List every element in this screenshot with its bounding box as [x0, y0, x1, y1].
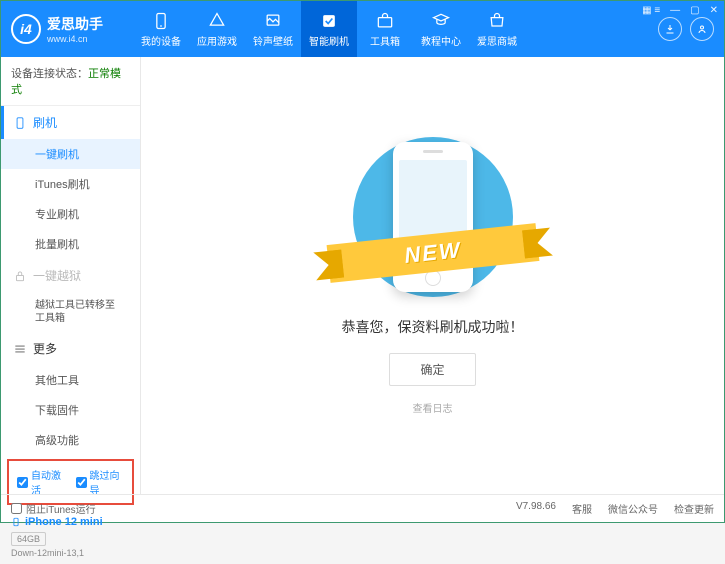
account-icons	[658, 17, 714, 41]
success-message: 恭喜您，保资料刷机成功啦！	[342, 317, 524, 337]
sidebar-item-itunes-flash[interactable]: iTunes刷机	[1, 169, 140, 199]
more-icon	[13, 342, 27, 356]
app-url: www.i4.cn	[47, 34, 103, 44]
app-name: 爱思助手	[47, 14, 103, 34]
sidebar-item-pro-flash[interactable]: 专业刷机	[1, 199, 140, 229]
sidebar-item-download-fw[interactable]: 下载固件	[1, 395, 140, 425]
footer-service[interactable]: 客服	[572, 501, 592, 516]
view-log-link[interactable]: 查看日志	[413, 400, 453, 415]
titlebar: ▦ ≡ — ▢ ✕ i4 爱思助手 www.i4.cn 我的设备 应用游戏 铃声…	[1, 1, 724, 57]
user-icon[interactable]	[690, 17, 714, 41]
footer: 阻止iTunes运行 V7.98.66 客服 微信公众号 检查更新	[1, 494, 724, 522]
nav-tabs: 我的设备 应用游戏 铃声壁纸 智能刷机 工具箱 教程中心 爱思商城	[133, 1, 648, 57]
sidebar-item-batch-flash[interactable]: 批量刷机	[1, 229, 140, 259]
sidebar-item-other-tools[interactable]: 其他工具	[1, 365, 140, 395]
logo-icon: i4	[11, 14, 41, 44]
nav-my-device[interactable]: 我的设备	[133, 1, 189, 57]
check-auto-activate[interactable]: 自动激活	[17, 467, 66, 497]
app-window: ▦ ≡ — ▢ ✕ i4 爱思助手 www.i4.cn 我的设备 应用游戏 铃声…	[1, 1, 724, 522]
section-more[interactable]: 更多	[1, 332, 140, 365]
nav-smart-flash[interactable]: 智能刷机	[301, 1, 357, 57]
ok-button[interactable]: 确定	[389, 353, 475, 386]
maximize-button[interactable]: ▢	[690, 5, 699, 16]
phone-icon	[13, 116, 27, 130]
sidebar-item-advanced[interactable]: 高级功能	[1, 425, 140, 455]
success-illustration: NEW	[353, 137, 513, 297]
jailbreak-note: 越狱工具已转移至 工具箱	[1, 292, 140, 332]
app-logo: i4 爱思助手 www.i4.cn	[11, 14, 103, 44]
window-controls: ▦ ≡ — ▢ ✕	[642, 5, 718, 16]
check-block-itunes[interactable]: 阻止iTunes运行	[11, 501, 96, 516]
connection-status: 设备连接状态：正常模式	[1, 57, 140, 106]
lock-icon	[13, 269, 27, 283]
nav-toolbox[interactable]: 工具箱	[357, 1, 413, 57]
check-skip-guide[interactable]: 跳过向导	[76, 467, 125, 497]
body: 设备连接状态：正常模式 刷机 一键刷机 iTunes刷机 专业刷机 批量刷机 一…	[1, 57, 724, 494]
main-content: NEW 恭喜您，保资料刷机成功啦！ 确定 查看日志	[141, 57, 724, 494]
nav-tutorials[interactable]: 教程中心	[413, 1, 469, 57]
nav-ringtone-wallpaper[interactable]: 铃声壁纸	[245, 1, 301, 57]
section-jailbreak: 一键越狱	[1, 259, 140, 292]
nav-apps-games[interactable]: 应用游戏	[189, 1, 245, 57]
version-label: V7.98.66	[516, 501, 556, 516]
device-sub: Down-12mini-13,1	[11, 548, 130, 558]
footer-update[interactable]: 检查更新	[674, 501, 714, 516]
download-icon[interactable]	[658, 17, 682, 41]
menu-icon[interactable]: ▦ ≡	[642, 5, 660, 16]
close-button[interactable]: ✕	[710, 5, 718, 16]
footer-wechat[interactable]: 微信公众号	[608, 501, 658, 516]
device-storage: 64GB	[11, 532, 46, 546]
nav-store[interactable]: 爱思商城	[469, 1, 525, 57]
sidebar-item-onekey-flash[interactable]: 一键刷机	[1, 139, 140, 169]
minimize-button[interactable]: —	[670, 5, 680, 16]
sidebar: 设备连接状态：正常模式 刷机 一键刷机 iTunes刷机 专业刷机 批量刷机 一…	[1, 57, 141, 494]
section-flash[interactable]: 刷机	[1, 106, 140, 139]
